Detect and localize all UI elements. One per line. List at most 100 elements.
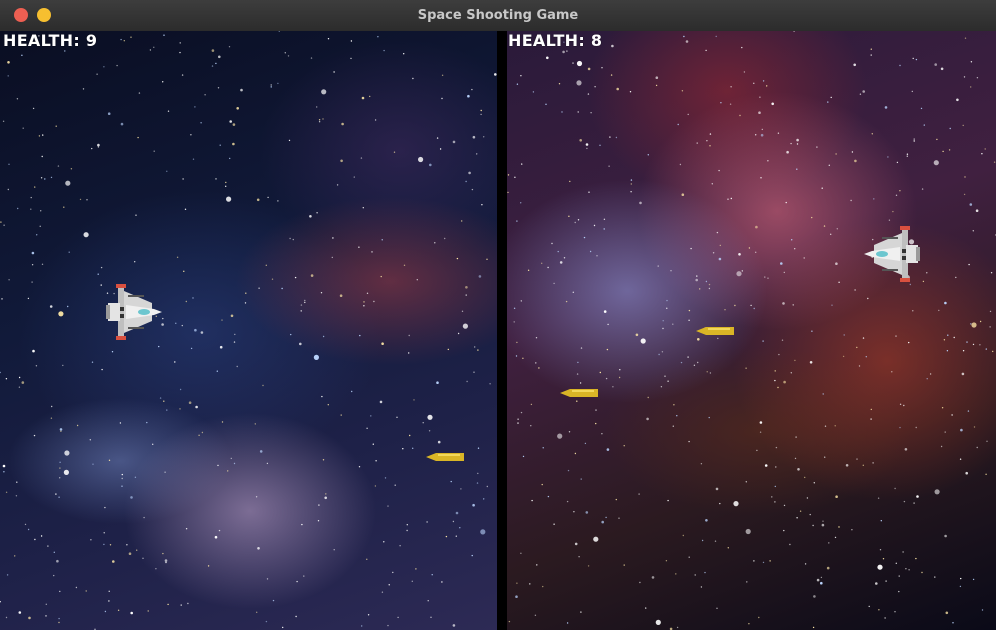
star: [218, 55, 221, 59]
star: [753, 307, 755, 310]
star: [359, 334, 361, 337]
star: [265, 620, 268, 623]
star: [589, 250, 592, 253]
star: [824, 456, 826, 458]
star: [856, 458, 858, 460]
star: [480, 529, 486, 535]
star: [579, 139, 582, 142]
game-window: Space Shooting Game HEALTH: 9 HEALTH: 8: [0, 0, 996, 630]
star: [185, 300, 187, 303]
star: [489, 383, 491, 385]
star: [5, 491, 8, 493]
star: [811, 216, 813, 219]
star: [981, 153, 983, 155]
star: [811, 330, 813, 332]
star: [843, 334, 845, 336]
star: [972, 343, 975, 346]
star: [705, 280, 708, 283]
star: [32, 349, 35, 353]
star: [366, 292, 369, 294]
star: [64, 50, 66, 52]
star: [745, 528, 751, 535]
game-canvas[interactable]: HEALTH: 9 HEALTH: 8: [0, 31, 996, 630]
star: [217, 464, 219, 467]
star: [666, 307, 668, 309]
star: [588, 191, 590, 193]
star: [599, 144, 601, 146]
star: [55, 493, 57, 495]
star: [313, 354, 319, 360]
star: [576, 400, 578, 402]
star: [780, 262, 783, 265]
star: [972, 230, 974, 232]
star: [18, 611, 22, 614]
star: [558, 83, 561, 85]
star: [976, 446, 978, 449]
star: [42, 134, 44, 136]
star: [58, 621, 60, 624]
star: [697, 338, 700, 341]
star: [962, 124, 964, 127]
star: [104, 610, 107, 613]
star: [466, 380, 468, 383]
star: [384, 477, 387, 479]
star: [645, 607, 647, 609]
star: [541, 262, 543, 264]
star: [585, 143, 589, 146]
star: [254, 423, 256, 425]
star: [40, 177, 43, 179]
star: [62, 364, 64, 367]
star: [580, 347, 583, 349]
star: [322, 118, 324, 120]
star: [366, 427, 368, 429]
star: [764, 276, 766, 278]
star: [813, 595, 816, 598]
star: [717, 337, 719, 340]
star: [920, 107, 923, 110]
star: [211, 65, 214, 67]
star: [56, 559, 59, 563]
star: [796, 517, 798, 519]
star: [574, 452, 577, 455]
star: [858, 365, 861, 367]
star: [17, 207, 19, 210]
star: [278, 31, 280, 32]
star: [688, 556, 690, 558]
star: [783, 504, 786, 507]
star: [134, 261, 136, 263]
star: [676, 626, 679, 629]
star: [797, 468, 800, 471]
star: [875, 582, 878, 585]
star: [516, 83, 519, 85]
star: [44, 178, 46, 180]
star: [845, 464, 849, 467]
star: [65, 180, 71, 186]
star: [24, 523, 27, 526]
star: [181, 74, 184, 76]
star: [820, 581, 823, 585]
star: [299, 342, 302, 346]
star: [373, 300, 375, 303]
star: [736, 271, 742, 277]
star: [968, 263, 970, 266]
star: [324, 496, 328, 500]
star: [859, 93, 862, 95]
star: [204, 94, 206, 96]
star: [865, 356, 867, 358]
star: [606, 348, 609, 351]
star: [870, 408, 872, 411]
star: [290, 333, 292, 336]
star: [986, 440, 988, 442]
star: [593, 536, 599, 542]
star: [397, 616, 399, 619]
star: [116, 64, 118, 67]
star: [572, 62, 574, 64]
star: [89, 439, 92, 441]
star: [662, 327, 664, 330]
bullet-left-field: [426, 453, 464, 461]
star: [566, 622, 569, 624]
star: [64, 450, 70, 456]
star: [884, 106, 888, 109]
star: [871, 133, 873, 135]
star: [789, 543, 791, 546]
